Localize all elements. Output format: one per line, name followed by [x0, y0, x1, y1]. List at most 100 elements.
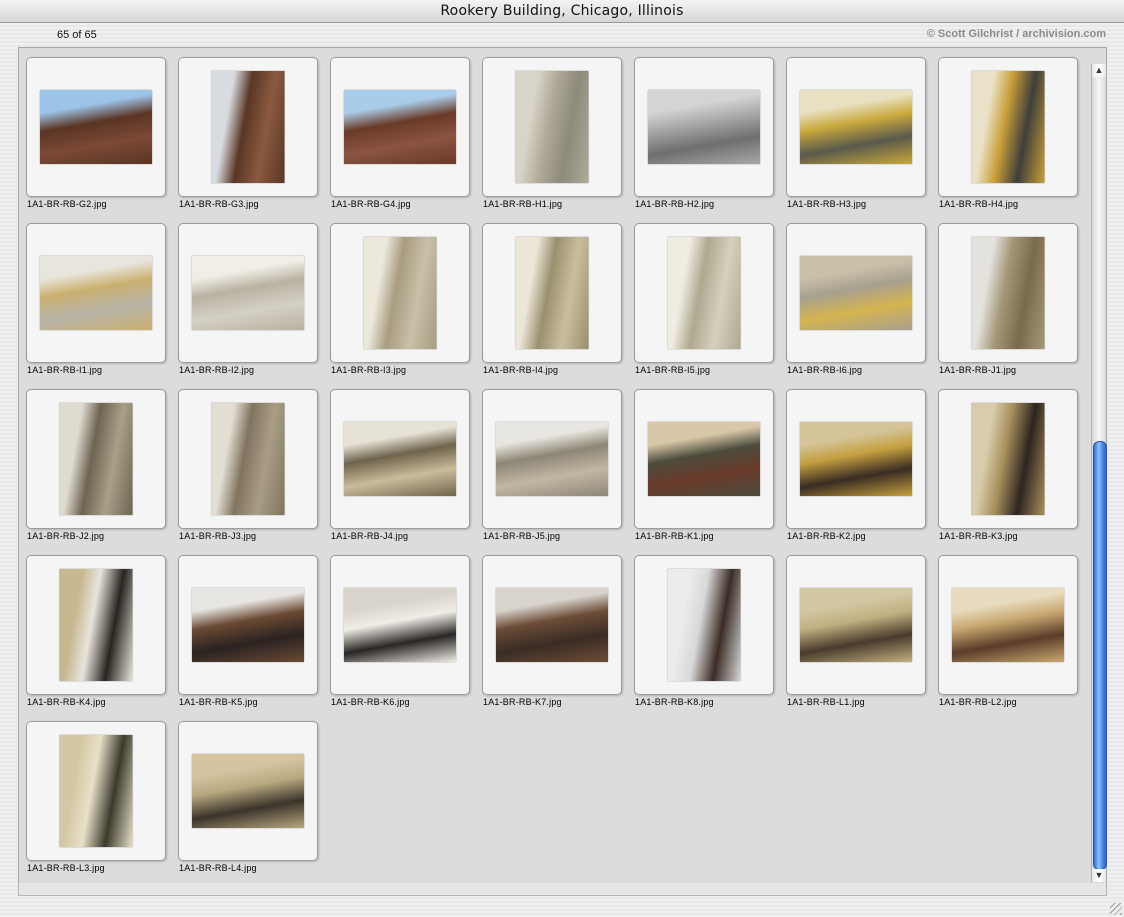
thumbnail-image[interactable]: [192, 256, 304, 330]
thumbnail-filename: 1A1-BR-RB-K5.jpg: [179, 697, 258, 707]
thumbnail-card[interactable]: [786, 389, 926, 529]
thumbnail-card[interactable]: [178, 721, 318, 861]
thumbnail-card[interactable]: [786, 223, 926, 363]
scroll-down-arrow-icon[interactable]: ▼: [1092, 869, 1106, 882]
thumbnail-image[interactable]: [344, 422, 456, 496]
thumbnail-filename: 1A1-BR-RB-I3.jpg: [331, 365, 407, 375]
thumbnail-image[interactable]: [496, 422, 608, 496]
thumbnail-image[interactable]: [344, 588, 456, 662]
scroll-up-arrow-icon[interactable]: ▲: [1092, 64, 1106, 77]
thumbnail-card[interactable]: [330, 555, 470, 695]
thumbnail-card[interactable]: [482, 223, 622, 363]
thumbnail-image[interactable]: [971, 237, 1045, 349]
thumbnail-card[interactable]: [178, 57, 318, 197]
thumbnail-image[interactable]: [59, 569, 133, 681]
thumbnail-card[interactable]: [634, 57, 774, 197]
thumbnail-filename: 1A1-BR-RB-J5.jpg: [483, 531, 561, 541]
thumbnail-card[interactable]: [634, 223, 774, 363]
thumbnail-filename: 1A1-BR-RB-K7.jpg: [483, 697, 562, 707]
thumbnail-filename: 1A1-BR-RB-J1.jpg: [939, 365, 1017, 375]
thumbnail-image[interactable]: [344, 90, 456, 164]
thumbnail-card[interactable]: [482, 555, 622, 695]
thumbnail-filename: 1A1-BR-RB-H2.jpg: [635, 199, 715, 209]
thumbnail-image[interactable]: [648, 90, 760, 164]
thumbnail-filename: 1A1-BR-RB-K1.jpg: [635, 531, 714, 541]
thumbnail-filename: 1A1-BR-RB-K6.jpg: [331, 697, 410, 707]
thumbnail-image[interactable]: [211, 71, 285, 183]
thumbnail-filename: 1A1-BR-RB-K3.jpg: [939, 531, 1018, 541]
thumbnail-image[interactable]: [667, 569, 741, 681]
thumbnail-card[interactable]: [330, 57, 470, 197]
thumbnail-filename: 1A1-BR-RB-L2.jpg: [939, 697, 1017, 707]
thumbnail-image[interactable]: [667, 237, 741, 349]
thumbnail-filename: 1A1-BR-RB-J3.jpg: [179, 531, 257, 541]
thumbnail-image[interactable]: [800, 90, 912, 164]
thumbnail-image[interactable]: [192, 754, 304, 828]
thumbnail-filename: 1A1-BR-RB-G4.jpg: [331, 199, 411, 209]
thumbnail-image[interactable]: [496, 588, 608, 662]
thumbnail-card[interactable]: [330, 389, 470, 529]
thumbnail-card[interactable]: [786, 555, 926, 695]
thumbnail-image[interactable]: [515, 237, 589, 349]
thumbnail-card[interactable]: [482, 57, 622, 197]
thumbnail-image[interactable]: [800, 422, 912, 496]
bottom-divider: [18, 883, 1107, 896]
thumbnail-image[interactable]: [800, 256, 912, 330]
thumbnail-card[interactable]: [178, 555, 318, 695]
thumbnail-filename: 1A1-BR-RB-L3.jpg: [27, 863, 105, 873]
thumbnail-image[interactable]: [59, 735, 133, 847]
thumbnail-image[interactable]: [211, 403, 285, 515]
thumbnail-card[interactable]: [634, 555, 774, 695]
thumbnail-filename: 1A1-BR-RB-H4.jpg: [939, 199, 1019, 209]
thumbnail-filename: 1A1-BR-RB-I4.jpg: [483, 365, 559, 375]
thumbnail-filename: 1A1-BR-RB-J4.jpg: [331, 531, 409, 541]
thumbnail-filename: 1A1-BR-RB-K4.jpg: [27, 697, 106, 707]
thumbnail-card[interactable]: [26, 57, 166, 197]
thumbnail-filename: 1A1-BR-RB-L1.jpg: [787, 697, 865, 707]
thumbnail-filename: 1A1-BR-RB-G2.jpg: [27, 199, 107, 209]
thumbnail-image[interactable]: [363, 237, 437, 349]
thumbnail-image[interactable]: [800, 588, 912, 662]
thumbnail-grid: 1A1-BR-RB-G2.jpg 1A1-BR-RB-G3.jpg 1A1-BR-R…: [18, 47, 1107, 885]
image-count: 65 of 65: [57, 29, 97, 41]
thumbnail-card[interactable]: [938, 57, 1078, 197]
thumbnail-card[interactable]: [786, 57, 926, 197]
thumbnail-filename: 1A1-BR-RB-H3.jpg: [787, 199, 867, 209]
vertical-scrollbar[interactable]: ▲ ▼: [1091, 64, 1107, 882]
thumbnail-card[interactable]: [26, 555, 166, 695]
thumbnail-image[interactable]: [40, 256, 152, 330]
thumbnail-filename: 1A1-BR-RB-J2.jpg: [27, 531, 105, 541]
thumbnail-image[interactable]: [192, 588, 304, 662]
thumbnail-image[interactable]: [648, 422, 760, 496]
thumbnail-image[interactable]: [59, 403, 133, 515]
thumbnail-filename: 1A1-BR-RB-I2.jpg: [179, 365, 255, 375]
thumbnail-card[interactable]: [482, 389, 622, 529]
thumbnail-filename: 1A1-BR-RB-K2.jpg: [787, 531, 866, 541]
thumbnail-card[interactable]: [178, 223, 318, 363]
resize-grip-icon[interactable]: [1110, 903, 1122, 915]
thumbnail-filename: 1A1-BR-RB-I1.jpg: [27, 365, 103, 375]
thumbnail-card[interactable]: [26, 223, 166, 363]
thumbnail-card[interactable]: [26, 389, 166, 529]
thumbnail-card[interactable]: [938, 389, 1078, 529]
scrollbar-thumb[interactable]: [1093, 441, 1107, 870]
thumbnail-image[interactable]: [971, 71, 1045, 183]
thumbnail-filename: 1A1-BR-RB-H1.jpg: [483, 199, 563, 209]
thumbnail-card[interactable]: [26, 721, 166, 861]
thumbnail-card[interactable]: [178, 389, 318, 529]
window-titlebar[interactable]: Rookery Building, Chicago, Illinois: [0, 0, 1124, 23]
thumbnail-filename: 1A1-BR-RB-I6.jpg: [787, 365, 863, 375]
thumbnail-card[interactable]: [330, 223, 470, 363]
thumbnail-image[interactable]: [515, 71, 589, 183]
thumbnail-filename: 1A1-BR-RB-L4.jpg: [179, 863, 257, 873]
thumbnail-filename: 1A1-BR-RB-K8.jpg: [635, 697, 714, 707]
thumbnail-card[interactable]: [634, 389, 774, 529]
window-title: Rookery Building, Chicago, Illinois: [440, 3, 684, 19]
thumbnail-card[interactable]: [938, 223, 1078, 363]
thumbnail-filename: 1A1-BR-RB-G3.jpg: [179, 199, 259, 209]
thumbnail-image[interactable]: [40, 90, 152, 164]
thumbnail-card[interactable]: [938, 555, 1078, 695]
thumbnail-image[interactable]: [952, 588, 1064, 662]
copyright-notice: © Scott Gilchrist / archivision.com: [926, 28, 1106, 40]
thumbnail-image[interactable]: [971, 403, 1045, 515]
